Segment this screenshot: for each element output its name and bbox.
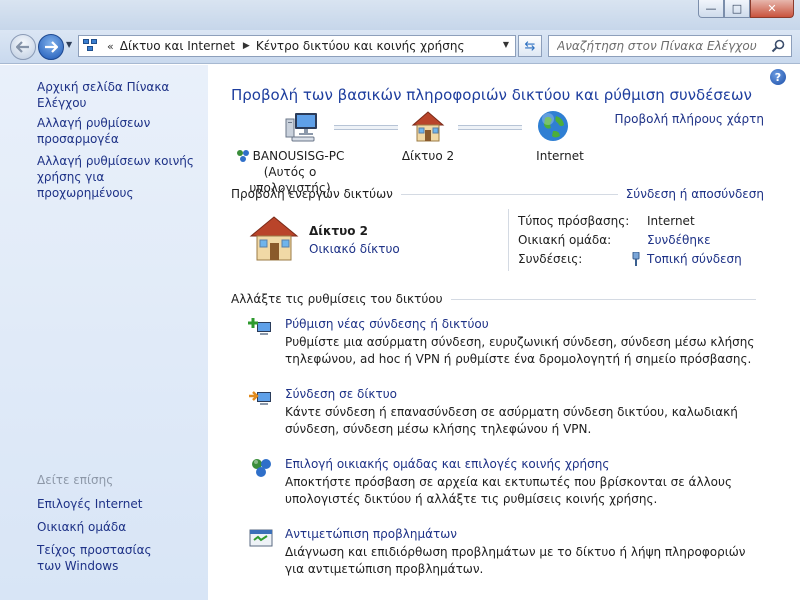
- homegroup-icon: [252, 459, 271, 477]
- house-icon[interactable]: [410, 109, 446, 143]
- maximize-button[interactable]: □: [724, 0, 750, 18]
- map-link-network-internet: [458, 125, 522, 130]
- computer-icon[interactable]: [284, 111, 320, 143]
- computer-name: BANOUSISG-PC: [252, 149, 345, 163]
- map-node-internet[interactable]: Internet: [520, 148, 600, 164]
- network-folder-icon: [83, 39, 99, 53]
- forward-button[interactable]: [38, 34, 64, 60]
- map-link-computer-network: [334, 125, 398, 130]
- section-divider: [400, 193, 618, 195]
- section-divider: [450, 298, 756, 300]
- main-content: ? Προβολή των βασικών πληροφοριών δικτύο…: [208, 65, 800, 600]
- connect-disconnect-link[interactable]: Σύνδεση ή αποσύνδεση: [626, 187, 764, 201]
- homegroup-sharing-options-link[interactable]: Επιλογή οικιακής ομάδας και επιλογές κοι…: [285, 457, 609, 471]
- homegroup-label: Οικιακή ομάδα:: [518, 233, 612, 247]
- internet-options-link[interactable]: Επιλογές Internet: [37, 496, 202, 512]
- local-connection-label: Τοπική σύνδεση: [647, 252, 742, 266]
- advanced-sharing-settings-link[interactable]: Αλλαγή ρυθμίσεων κοινής χρήσης για προχω…: [37, 153, 197, 201]
- ethernet-plug-icon: [632, 252, 640, 266]
- refresh-icon: ⇆: [524, 38, 536, 54]
- close-button[interactable]: ✕: [750, 0, 794, 18]
- troubleshoot-problems-desc: Διάγνωση και επιδιόρθωση προβλημάτων με …: [285, 545, 746, 576]
- connect-to-network-link[interactable]: Σύνδεση σε δίκτυο: [285, 387, 397, 401]
- help-icon[interactable]: ?: [770, 69, 786, 85]
- left-task-pane: Αρχική σελίδα Πίνακα Ελέγχου Αλλαγή ρυθμ…: [0, 65, 208, 600]
- homegroup-member-icon: [236, 150, 249, 162]
- access-type-label: Τύπος πρόσβασης:: [518, 214, 630, 228]
- troubleshoot-problems-link[interactable]: Αντιμετώπιση προβλημάτων: [285, 527, 457, 541]
- address-bar[interactable]: « Δίκτυο και Internet ▶ Κέντρο δικτύου κ…: [78, 35, 516, 57]
- breadcrumb-overflow[interactable]: «: [107, 40, 114, 53]
- change-adapter-settings-link[interactable]: Αλλαγή ρυθμίσεων προσαρμογέα: [37, 115, 167, 147]
- search-box[interactable]: [548, 35, 792, 57]
- homegroup-sharing-options-desc: Αποκτήστε πρόσβαση σε αρχεία και εκτυπωτ…: [285, 475, 732, 506]
- connections-label: Συνδέσεις:: [518, 252, 583, 266]
- network-details-divider: [508, 209, 509, 271]
- address-dropdown-icon[interactable]: ▼: [503, 40, 509, 49]
- page-title: Προβολή των βασικών πληροφοριών δικτύου …: [231, 86, 752, 104]
- network-location-type-link[interactable]: Οικιακό δίκτυο: [309, 242, 400, 256]
- forward-arrow-icon: [45, 41, 58, 53]
- troubleshoot-icon: [249, 529, 273, 547]
- map-node-network[interactable]: Δίκτυο 2: [388, 148, 468, 164]
- back-arrow-icon: [16, 41, 29, 53]
- breadcrumb-network-center[interactable]: Κέντρο δικτύου και κοινής χρήσης: [256, 39, 465, 53]
- access-type-value: Internet: [647, 214, 695, 228]
- breadcrumb-network-internet[interactable]: Δίκτυο και Internet: [120, 39, 235, 53]
- connect-to-network-desc: Κάντε σύνδεση ή επανασύνδεση σε ασύρματη…: [285, 405, 738, 436]
- recent-pages-dropdown[interactable]: ▼: [66, 40, 72, 49]
- network-house-icon[interactable]: [248, 214, 300, 262]
- see-also-heading: Δείτε επίσης: [37, 473, 114, 487]
- minimize-button[interactable]: —: [698, 0, 724, 18]
- refresh-button[interactable]: ⇆: [518, 35, 542, 57]
- new-connection-icon: [248, 318, 271, 335]
- setup-new-connection-link[interactable]: Ρύθμιση νέας σύνδεσης ή δικτύου: [285, 317, 489, 331]
- active-network-name: Δίκτυο 2: [309, 224, 369, 238]
- window-controls: — □ ✕: [698, 0, 794, 18]
- local-connection-link[interactable]: Τοπική σύνδεση: [631, 252, 742, 266]
- search-icon[interactable]: [771, 39, 785, 53]
- homegroup-status-link[interactable]: Συνδέθηκε: [647, 233, 711, 247]
- control-panel-home-link[interactable]: Αρχική σελίδα Πίνακα Ελέγχου: [37, 79, 202, 111]
- breadcrumb-separator-icon[interactable]: ▶: [243, 41, 250, 51]
- active-networks-title: Προβολή ενεργών δικτύων: [231, 187, 393, 201]
- back-button[interactable]: [10, 34, 36, 60]
- globe-icon[interactable]: [536, 109, 570, 143]
- title-bar: — □ ✕: [0, 0, 800, 30]
- windows-firewall-link[interactable]: Τείχος προστασίας των Windows: [37, 542, 177, 574]
- navigation-bar: ▼ « Δίκτυο και Internet ▶ Κέντρο δικτύου…: [0, 30, 800, 64]
- search-input[interactable]: [557, 39, 769, 53]
- change-settings-header: Αλλάξτε τις ρυθμίσεις του δικτύου: [231, 292, 764, 306]
- connect-network-icon: [249, 391, 271, 405]
- active-networks-header: Προβολή ενεργών δικτύων Σύνδεση ή αποσύν…: [231, 187, 764, 201]
- change-settings-title: Αλλάξτε τις ρυθμίσεις του δικτύου: [231, 292, 443, 306]
- see-full-map-link[interactable]: Προβολή πλήρους χάρτη: [615, 112, 764, 126]
- setup-new-connection-desc: Ρυθμίστε μια ασύρματη σύνδεση, ευρυζωνικ…: [285, 335, 755, 366]
- homegroup-link[interactable]: Οικιακή ομάδα: [37, 519, 202, 535]
